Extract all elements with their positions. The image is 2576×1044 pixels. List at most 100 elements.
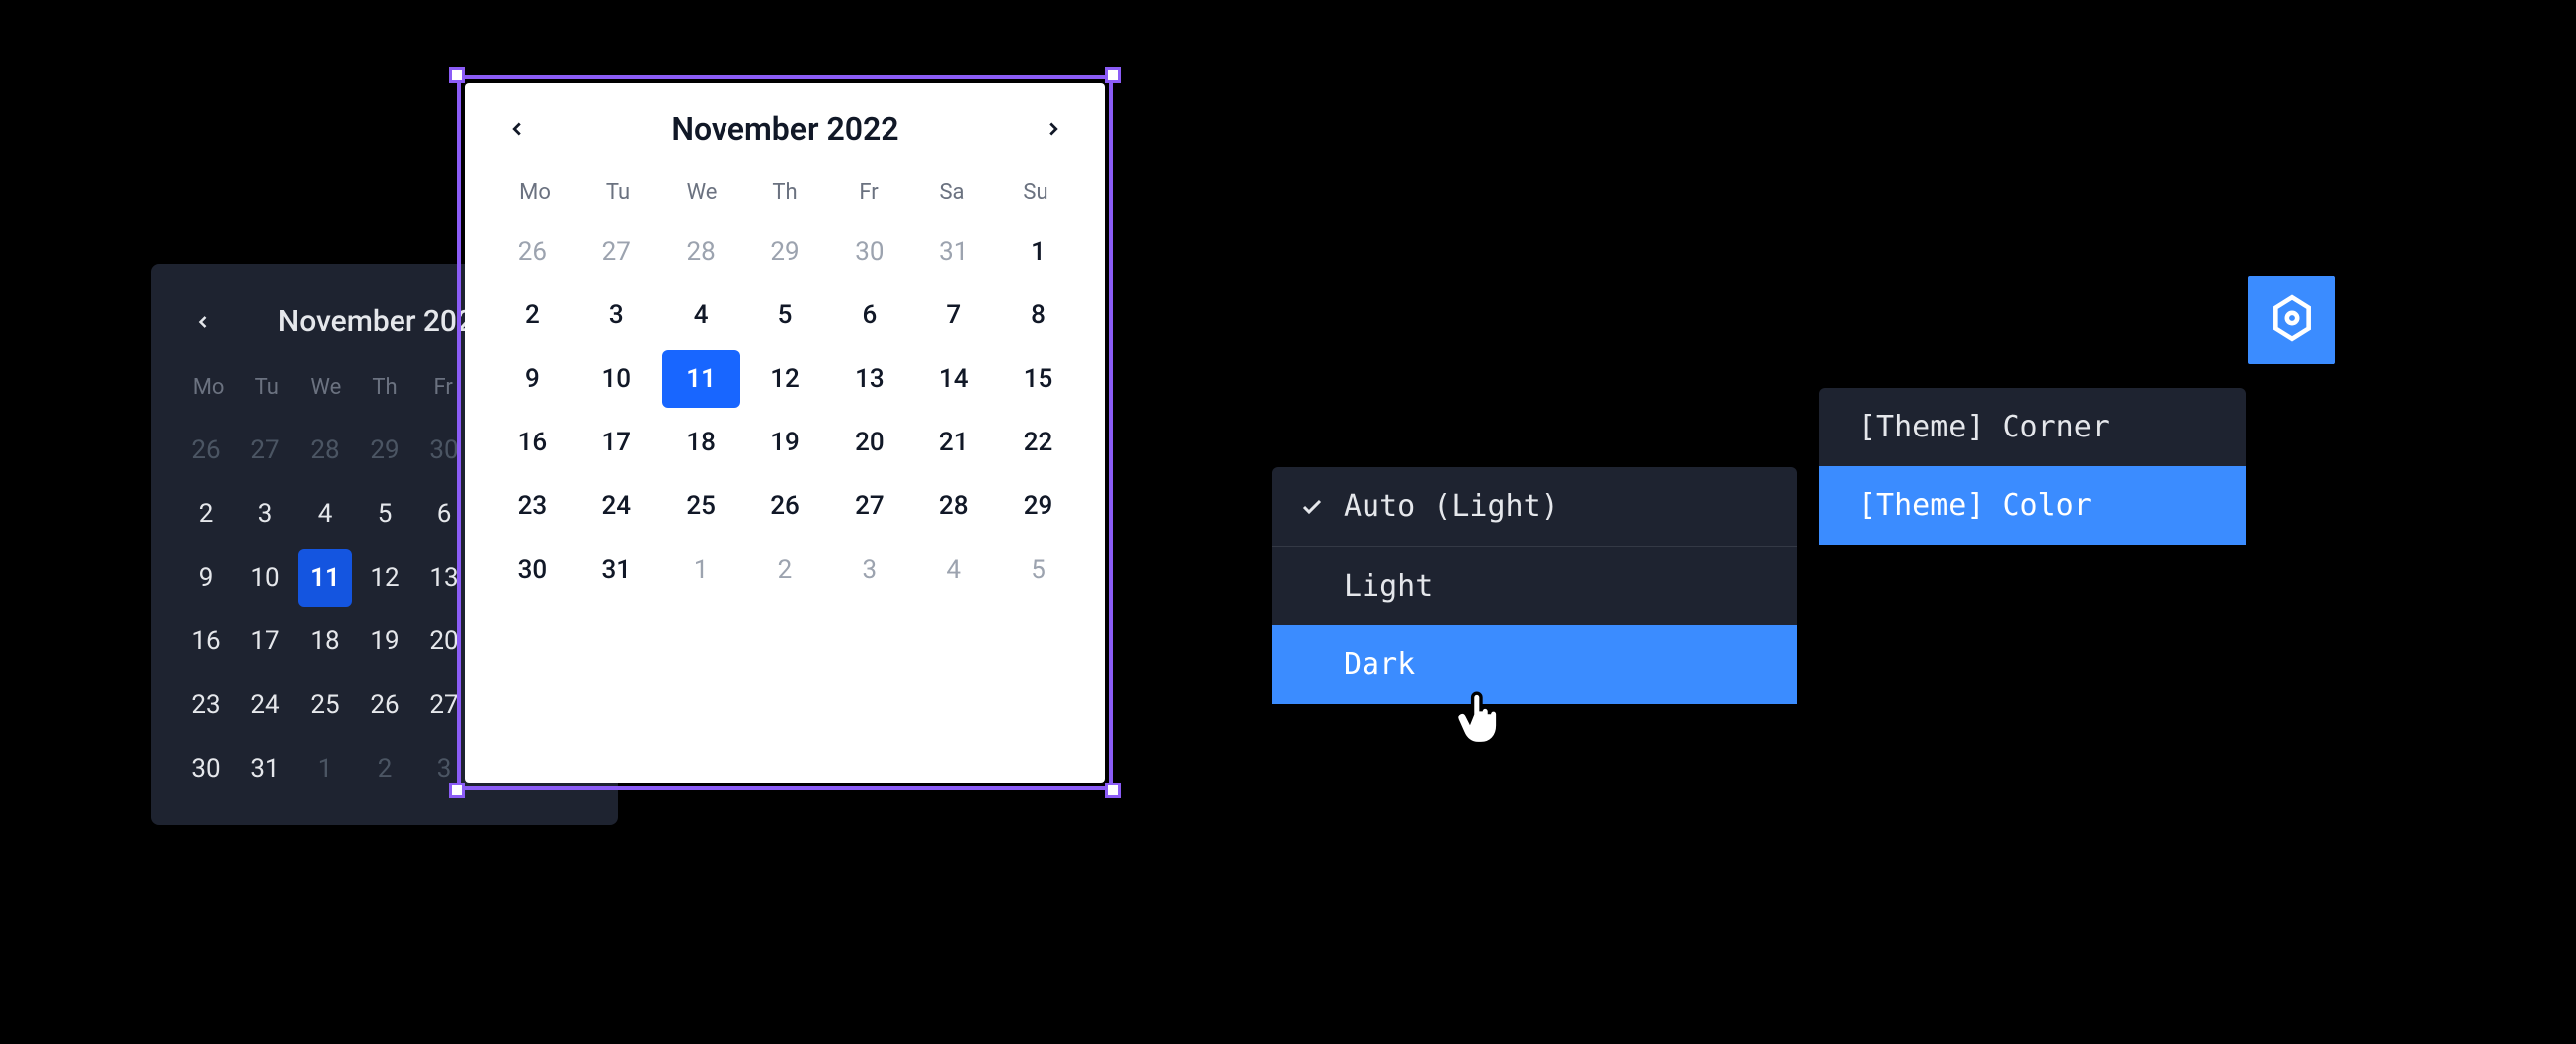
day-cell[interactable]: 10 — [577, 350, 656, 408]
day-cell[interactable]: 17 — [577, 414, 656, 471]
day-cell[interactable]: 23 — [493, 477, 571, 535]
day-cell[interactable]: 2 — [746, 541, 825, 599]
theme-mode-option[interactable]: Auto (Light) — [1272, 467, 1797, 547]
prev-month-button[interactable] — [501, 113, 533, 145]
day-cell[interactable]: 3 — [830, 541, 908, 599]
day-cell[interactable]: 21 — [914, 414, 993, 471]
day-cell[interactable]: 31 — [577, 541, 656, 599]
day-cell[interactable]: 29 — [746, 223, 825, 280]
day-cell[interactable]: 27 — [577, 223, 656, 280]
day-cell[interactable]: 10 — [239, 549, 292, 607]
day-cell[interactable]: 12 — [358, 549, 411, 607]
day-cell[interactable]: 28 — [662, 223, 740, 280]
day-cell[interactable]: 2 — [358, 740, 411, 797]
day-cell[interactable]: 13 — [830, 350, 908, 408]
prev-month-button[interactable] — [187, 306, 219, 338]
day-cell[interactable]: 3 — [239, 485, 292, 543]
day-cell[interactable]: 9 — [179, 549, 233, 607]
day-cell[interactable]: 29 — [358, 422, 411, 479]
day-of-week-header: Th — [355, 367, 413, 408]
day-cell[interactable]: 11 — [298, 549, 352, 607]
day-cell[interactable]: 4 — [662, 286, 740, 344]
hexagon-icon — [2267, 293, 2317, 347]
day-cell[interactable]: 31 — [914, 223, 993, 280]
day-cell[interactable]: 17 — [239, 612, 292, 670]
day-cell[interactable]: 1 — [999, 223, 1077, 280]
day-of-week-header: We — [296, 367, 355, 408]
day-cell[interactable]: 11 — [662, 350, 740, 408]
theme-property-option[interactable]: [Theme] Color — [1819, 466, 2246, 545]
calendar-light: November 2022 MoTuWeThFrSaSu 26272829303… — [465, 83, 1105, 783]
day-cell[interactable]: 31 — [239, 740, 292, 797]
day-cell[interactable]: 8 — [999, 286, 1077, 344]
day-cell[interactable]: 12 — [746, 350, 825, 408]
day-cell[interactable]: 23 — [179, 676, 233, 734]
day-cell[interactable]: 5 — [746, 286, 825, 344]
selection-handle-tr[interactable] — [1105, 67, 1121, 83]
day-cell[interactable]: 18 — [298, 612, 352, 670]
day-of-week-header: Tu — [238, 367, 296, 408]
day-cell[interactable]: 4 — [914, 541, 993, 599]
day-cell[interactable]: 26 — [358, 676, 411, 734]
day-cell[interactable]: 20 — [830, 414, 908, 471]
day-cell[interactable]: 5 — [999, 541, 1077, 599]
day-cell[interactable]: 5 — [358, 485, 411, 543]
day-of-week-header: Su — [994, 172, 1077, 213]
selection-handle-bl[interactable] — [449, 783, 465, 798]
check-icon — [1300, 495, 1324, 519]
selection-handle-tl[interactable] — [449, 67, 465, 83]
day-of-week-header: Tu — [576, 172, 660, 213]
calendar-light-selection-frame[interactable]: November 2022 MoTuWeThFrSaSu 26272829303… — [457, 75, 1113, 790]
day-cell[interactable]: 14 — [914, 350, 993, 408]
day-of-week-header: We — [660, 172, 743, 213]
day-of-week-header: Mo — [493, 172, 576, 213]
menu-item-label: Auto (Light) — [1344, 489, 1559, 524]
day-cell[interactable]: 9 — [493, 350, 571, 408]
day-cell[interactable]: 16 — [493, 414, 571, 471]
calendar-title: November 2022 — [671, 110, 898, 148]
day-cell[interactable]: 29 — [999, 477, 1077, 535]
menu-item-label: Light — [1344, 569, 1433, 604]
day-cell[interactable]: 30 — [493, 541, 571, 599]
day-cell[interactable]: 24 — [239, 676, 292, 734]
day-cell[interactable]: 1 — [662, 541, 740, 599]
day-cell[interactable]: 28 — [298, 422, 352, 479]
theme-property-menu: [Theme] Corner [Theme] Color — [1819, 388, 2246, 545]
day-of-week-header: Th — [743, 172, 827, 213]
next-month-button[interactable] — [1038, 113, 1069, 145]
day-of-week-header: Sa — [910, 172, 994, 213]
menu-item-label: [Theme] Color — [1858, 488, 2092, 523]
day-cell[interactable]: 24 — [577, 477, 656, 535]
day-cell[interactable]: 19 — [746, 414, 825, 471]
day-cell[interactable]: 22 — [999, 414, 1077, 471]
day-cell[interactable]: 26 — [493, 223, 571, 280]
theme-mode-option[interactable]: Dark — [1272, 625, 1797, 704]
day-cell[interactable]: 27 — [239, 422, 292, 479]
day-cell[interactable]: 26 — [179, 422, 233, 479]
day-cell[interactable]: 19 — [358, 612, 411, 670]
day-cell[interactable]: 25 — [662, 477, 740, 535]
day-of-week-header: Mo — [179, 367, 238, 408]
day-cell[interactable]: 25 — [298, 676, 352, 734]
day-cell[interactable]: 18 — [662, 414, 740, 471]
theme-property-option[interactable]: [Theme] Corner — [1819, 388, 2246, 466]
day-cell[interactable]: 3 — [577, 286, 656, 344]
day-of-week-header: Fr — [827, 172, 910, 213]
variant-button[interactable] — [2248, 276, 2335, 364]
day-cell[interactable]: 30 — [179, 740, 233, 797]
day-cell[interactable]: 1 — [298, 740, 352, 797]
day-cell[interactable]: 2 — [179, 485, 233, 543]
day-cell[interactable]: 30 — [830, 223, 908, 280]
day-cell[interactable]: 6 — [830, 286, 908, 344]
day-cell[interactable]: 28 — [914, 477, 993, 535]
day-cell[interactable]: 7 — [914, 286, 993, 344]
day-cell[interactable]: 16 — [179, 612, 233, 670]
day-cell[interactable]: 26 — [746, 477, 825, 535]
day-cell[interactable]: 15 — [999, 350, 1077, 408]
day-cell[interactable]: 4 — [298, 485, 352, 543]
day-cell[interactable]: 2 — [493, 286, 571, 344]
theme-mode-option[interactable]: Light — [1272, 547, 1797, 625]
selection-handle-br[interactable] — [1105, 783, 1121, 798]
menu-item-label: Dark — [1344, 647, 1415, 682]
day-cell[interactable]: 27 — [830, 477, 908, 535]
